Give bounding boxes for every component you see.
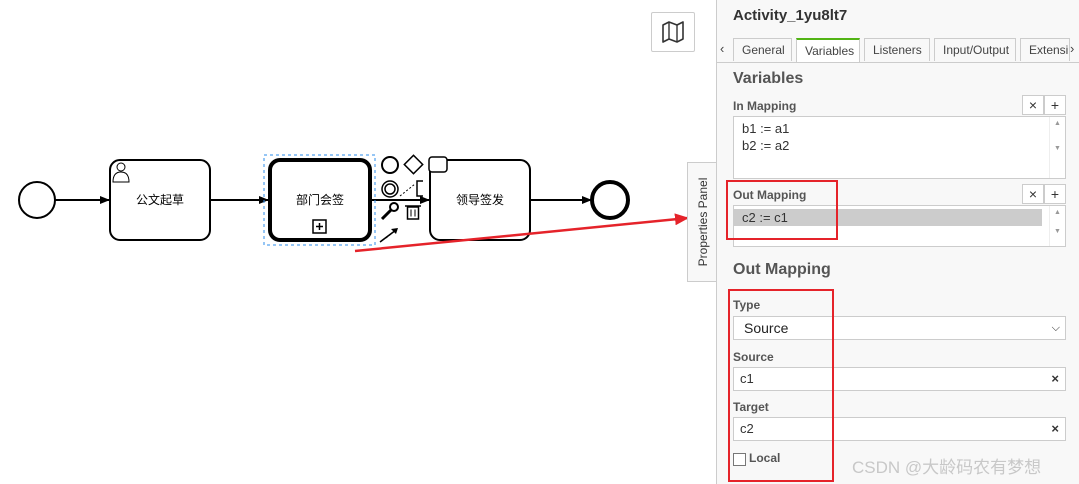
in-mapping-add-button[interactable]: + [1044,95,1066,115]
chevron-down-icon: ⌵ [1051,322,1060,334]
tab-extensions[interactable]: Extensi [1020,38,1070,61]
minimap-toggle-button[interactable] [651,12,695,52]
wrench-icon[interactable] [380,202,399,221]
clear-target-icon[interactable]: × [1051,418,1059,440]
append-intermediate-event-icon[interactable] [381,180,399,198]
append-task-icon[interactable] [428,156,448,173]
bpmn-diagram[interactable]: 公文起草 部门会签 领导签发 [0,0,716,484]
task-draft[interactable]: 公文起草 [109,159,211,241]
tabs-scroll-left-icon[interactable]: ‹ [720,41,724,56]
scrollbar[interactable]: ▲ ▼ [1049,117,1065,178]
in-mapping-label: In Mapping [733,99,797,113]
append-end-event-icon[interactable] [381,156,399,174]
out-mapping-detail-title: Out Mapping [733,261,831,278]
task-label: 领导签发 [456,192,504,207]
list-item[interactable]: b2 := a2 [734,137,1065,154]
variables-section-title: Variables [733,70,804,87]
highlight-box [728,289,834,482]
out-mapping-remove-button[interactable]: × [1022,184,1044,204]
bpmn-canvas[interactable]: 公文起草 部门会签 领导签发 Properties Panel [0,0,717,484]
task-label: 部门会签 [296,192,344,207]
append-text-annotation-icon[interactable] [399,180,423,197]
start-event[interactable] [18,181,56,219]
tab-general[interactable]: General [733,38,792,61]
end-event[interactable] [590,180,630,220]
highlight-box [726,180,838,240]
scrollbar[interactable]: ▲ ▼ [1049,206,1065,246]
trash-icon[interactable] [405,205,421,220]
properties-panel-toggle[interactable]: Properties Panel [687,162,717,282]
tab-listeners[interactable]: Listeners [864,38,930,61]
clear-source-icon[interactable]: × [1051,368,1059,390]
map-icon [662,21,684,43]
subprocess-expand-icon[interactable] [312,219,327,234]
out-mapping-add-button[interactable]: + [1044,184,1066,204]
connect-arrow-icon[interactable] [379,228,398,243]
properties-tabs: ‹ General Variables Listeners Input/Outp… [717,34,1079,63]
watermark: CSDN @大龄码农有梦想 [852,458,1042,477]
list-item[interactable]: b1 := a1 [734,120,1065,137]
task-department-countersign[interactable]: 部门会签 [263,154,376,246]
in-mapping-remove-button[interactable]: × [1022,95,1044,115]
tabs-scroll-right-icon[interactable]: › [1070,41,1074,56]
element-id-title: Activity_1yu8lt7 [733,7,848,24]
properties-panel: Activity_1yu8lt7 ‹ General Variables Lis… [716,0,1079,484]
in-mapping-list[interactable]: b1 := a1 b2 := a2 ▲ ▼ [733,116,1066,179]
append-gateway-icon[interactable] [403,154,424,175]
tab-input-output[interactable]: Input/Output [934,38,1016,61]
tab-variables[interactable]: Variables [796,38,860,62]
task-label: 公文起草 [136,192,184,207]
properties-panel-toggle-label: Properties Panel [695,177,710,267]
